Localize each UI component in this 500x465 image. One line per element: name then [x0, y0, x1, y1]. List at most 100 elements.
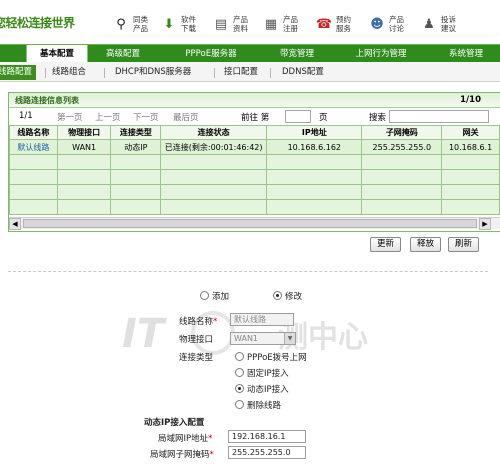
refresh-button[interactable]: 刷新	[448, 237, 479, 252]
subtab-line-config[interactable]: 线路配置	[0, 65, 37, 80]
page-indicator: 1/10	[460, 95, 481, 105]
goto-page-input[interactable]	[285, 110, 311, 123]
scrollbar-thumb[interactable]	[23, 219, 477, 228]
document-icon: ▤	[214, 16, 228, 32]
tab-pppoe-server[interactable]: PPPoE服务器	[170, 45, 252, 63]
first-page-link[interactable]: 第一页	[57, 111, 83, 123]
col-conn-type[interactable]: 连接类型	[110, 125, 162, 140]
mode-edit-label: 修改	[285, 292, 303, 302]
line-table: 线路名称 物理接口 连接类型 连接状态 IP地址 子网掩码 网关 默认线路 WA…	[9, 125, 500, 215]
cell-subnet-mask: 255.255.255.0	[361, 139, 443, 155]
scroll-left-icon[interactable]: ◀	[9, 218, 21, 230]
svg-text:IT: IT	[122, 311, 167, 357]
chevron-down-icon: ▼	[284, 333, 295, 344]
tab-bandwidth[interactable]: 带宽管理	[268, 45, 326, 63]
required-marker: *	[208, 434, 213, 444]
cell-conn-type: 动态IP	[110, 139, 162, 155]
subtab-ddns-config[interactable]: DDNS配置	[282, 65, 324, 80]
section-title: 动态IP接入配置	[144, 418, 205, 428]
lan-ip-input[interactable]: 192.168.16.1	[228, 430, 306, 443]
conn-type-label: 连接类型	[179, 353, 214, 363]
cell-interface: WAN1	[56, 139, 112, 155]
header: 您轻松连接世界 ⚲ 同类 产品 ⬇ 软件 下载 ▤ 产品 资料 ▦ 产品 注册 ☎ 预约…	[0, 0, 500, 44]
mode-edit-radio[interactable]	[273, 291, 282, 300]
subnav-divider	[45, 68, 46, 78]
register-icon: ▦	[264, 16, 278, 32]
conn-type-dynamic-label: 动态IP接入	[247, 385, 289, 395]
conn-type-dynamic-radio[interactable]	[235, 384, 244, 393]
subnav-divider	[104, 68, 105, 78]
table-row-empty	[9, 154, 500, 170]
update-button[interactable]: 更新	[370, 237, 401, 252]
header-link-similar-products[interactable]: ⚲ 同类 产品	[112, 10, 148, 38]
subtab-dhcp-dns[interactable]: DHCP和DNS服务器	[115, 65, 191, 80]
conn-type-delete-label: 删除线路	[247, 401, 282, 411]
subtab-line-combination[interactable]: 线路组合	[52, 65, 86, 80]
scroll-right-icon[interactable]: ▶	[479, 218, 491, 230]
search-input[interactable]	[389, 110, 489, 123]
lan-mask-label: 局域网子网掩码*	[150, 450, 214, 460]
lan-mask-input[interactable]: 255.255.255.0	[228, 446, 306, 459]
tab-behavior-management[interactable]: 上网行为管理	[340, 45, 422, 63]
required-marker: *	[213, 317, 218, 327]
horizontal-scrollbar[interactable]: ◀ ▶	[9, 217, 500, 230]
download-icon: ⬇	[163, 16, 175, 32]
cell-gateway: 10.168.6.1	[441, 139, 500, 155]
discussion-icon: ☻	[370, 16, 384, 32]
suggestion-icon: ♟	[423, 16, 435, 32]
cell-ip-address: 10.168.6.162	[266, 139, 363, 155]
interface-label: 物理接口	[179, 335, 214, 345]
header-link-product-discussion[interactable]: ☻ 产品 讨论	[368, 10, 404, 38]
col-gateway[interactable]: 网关	[441, 125, 500, 140]
subnav-divider	[214, 68, 215, 78]
table-row-empty	[9, 169, 500, 185]
line-name-input[interactable]: 默认线路	[230, 313, 294, 326]
panel-title: 线路连接信息列表	[15, 96, 79, 105]
header-link-product-register[interactable]: ▦ 产品 注册	[262, 10, 298, 38]
required-marker: *	[209, 450, 214, 460]
conn-type-pppoe-label: PPPoE拨号上网	[247, 353, 307, 363]
table-row-empty	[9, 199, 500, 215]
header-link-complaint[interactable]: ♟ 投诉 建议	[420, 10, 456, 38]
table-row[interactable]: 默认线路 WAN1 动态IP 已连接(剩余:00:01:46:42) 10.16…	[9, 139, 500, 155]
cell-line-name[interactable]: 默认线路	[9, 139, 58, 155]
col-interface[interactable]: 物理接口	[56, 125, 112, 140]
line-list-panel: 线路连接信息列表 1/10 1/1 第一页 上一页 下一页 最后页 前往 第 页…	[8, 92, 500, 232]
conn-type-static-label: 固定IP接入	[247, 369, 289, 379]
conn-type-pppoe-radio[interactable]	[235, 352, 244, 361]
release-button[interactable]: 释放	[410, 237, 441, 252]
col-ip-address[interactable]: IP地址	[266, 125, 363, 140]
header-link-product-docs[interactable]: ▤ 产品 资料	[212, 10, 248, 38]
interface-select[interactable]: WAN1 ▼	[230, 332, 296, 345]
prev-page-link[interactable]: 上一页	[95, 111, 121, 123]
table-row-empty	[9, 184, 500, 200]
sub-nav: 线路配置 线路组合 DHCP和DNS服务器 接口配置 DDNS配置	[0, 62, 500, 82]
subnav-divider	[270, 68, 271, 78]
section-divider	[8, 271, 488, 272]
pager: 1/1 第一页 上一页 下一页 最后页 前往 第 页 搜索	[9, 109, 500, 124]
col-conn-status[interactable]: 连接状态	[160, 125, 268, 140]
last-page-link[interactable]: 最后页	[173, 111, 199, 123]
panel-header: 线路连接信息列表 1/10	[9, 93, 500, 108]
lan-ip-label: 局域网IP地址*	[158, 434, 213, 444]
line-name-label: 线路名称*	[179, 317, 218, 327]
conn-type-delete-radio[interactable]	[235, 400, 244, 409]
page-unit-label: 页	[319, 113, 328, 123]
header-link-book-service[interactable]: ☎ 预约 服务	[315, 10, 351, 38]
conn-type-static-radio[interactable]	[235, 368, 244, 377]
subtab-interface-config[interactable]: 接口配置	[224, 65, 258, 80]
mode-add-radio[interactable]	[200, 291, 209, 300]
tab-system-management[interactable]: 系统管理	[436, 45, 496, 63]
table-header-row: 线路名称 物理接口 连接类型 连接状态 IP地址 子网掩码 网关	[9, 125, 500, 140]
tab-advanced-config[interactable]: 高级配置	[92, 45, 154, 63]
next-page-link[interactable]: 下一页	[133, 111, 159, 123]
mode-add-label: 添加	[212, 292, 230, 302]
phone-icon: ☎	[315, 16, 333, 32]
header-link-software-download[interactable]: ⬇ 软件 下载	[160, 10, 196, 38]
col-line-name[interactable]: 线路名称	[9, 125, 58, 140]
col-subnet-mask[interactable]: 子网掩码	[361, 125, 443, 140]
cell-conn-status: 已连接(剩余:00:01:46:42)	[160, 139, 268, 155]
search-label: 搜索	[369, 113, 387, 123]
brand-logo: 您轻松连接世界	[0, 16, 75, 30]
search-icon: ⚲	[116, 16, 126, 32]
